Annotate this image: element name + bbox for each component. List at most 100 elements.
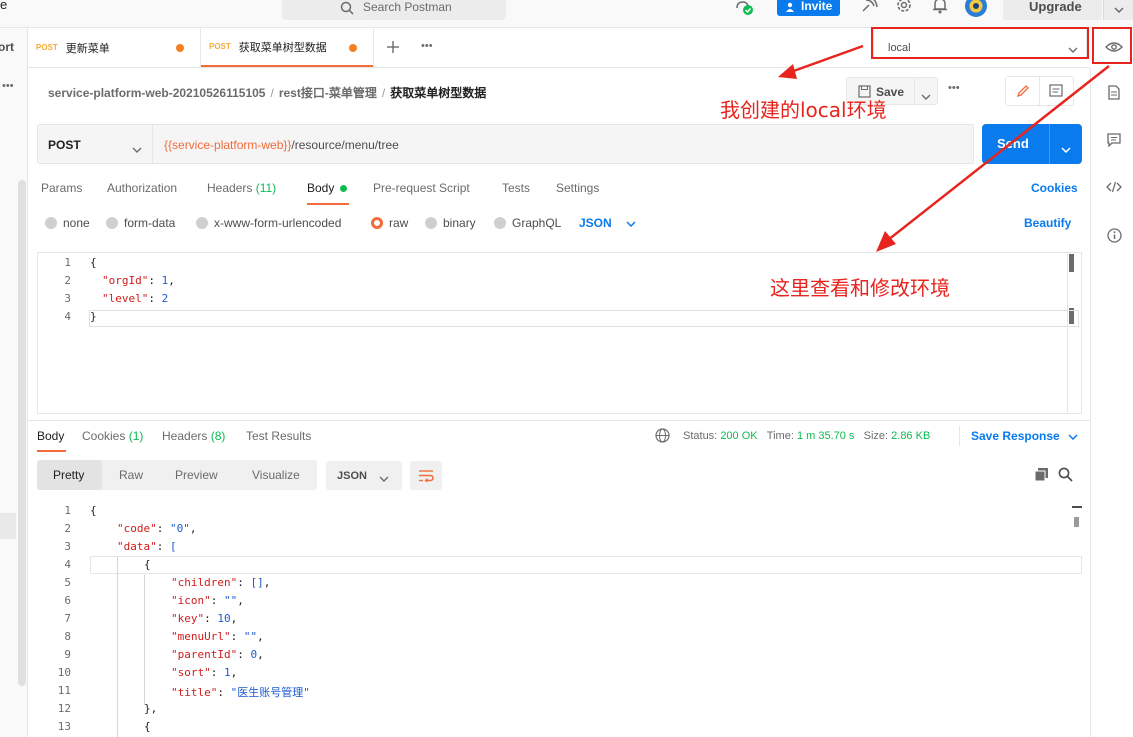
body-type-urlencoded[interactable]: x-www-form-urlencoded bbox=[196, 216, 341, 230]
body-type-none[interactable]: none bbox=[45, 216, 90, 230]
tab-params[interactable]: Params bbox=[41, 181, 82, 195]
size-value[interactable]: 2.86 KB bbox=[891, 430, 930, 442]
raw-format-select[interactable]: JSON bbox=[579, 216, 636, 230]
response-tab-label: Cookies bbox=[82, 429, 126, 443]
url-variable: {{service-platform-web}} bbox=[164, 138, 292, 152]
sidebar-import-fragment[interactable]: ort bbox=[0, 40, 14, 54]
view-tab-label: Pretty bbox=[53, 468, 85, 482]
code-line: "data": [ bbox=[117, 540, 177, 553]
notification-bell-icon[interactable] bbox=[931, 0, 949, 17]
new-tab-plus-icon[interactable] bbox=[386, 40, 400, 57]
chevron-down-icon bbox=[1068, 429, 1078, 443]
code-line: { bbox=[144, 558, 151, 571]
status-value[interactable]: 200 OK bbox=[720, 430, 757, 442]
satellite-icon[interactable] bbox=[860, 0, 878, 17]
json-value: [ bbox=[170, 540, 177, 553]
code-punctuation: { bbox=[90, 504, 97, 517]
search-icon[interactable] bbox=[1058, 467, 1073, 485]
active-tab-underline bbox=[307, 203, 349, 205]
breadcrumb-collection[interactable]: service-platform-web-20210526115105 bbox=[48, 86, 265, 100]
upgrade-button[interactable]: Upgrade bbox=[1003, 0, 1102, 20]
response-format-select[interactable]: JSON bbox=[326, 461, 402, 490]
tab-body[interactable]: Body bbox=[307, 181, 347, 195]
tab-headers[interactable]: Headers (11) bbox=[207, 181, 276, 195]
code-line: "level": 2 bbox=[102, 292, 168, 305]
copy-icon[interactable] bbox=[1034, 467, 1049, 485]
line-number: 13 bbox=[57, 720, 71, 733]
json-comma: , bbox=[257, 630, 264, 643]
annotation-environment-note: 我创建的local环境 bbox=[720, 98, 887, 122]
save-response-button[interactable]: Save Response bbox=[971, 429, 1078, 443]
wrap-lines-button[interactable] bbox=[410, 461, 442, 490]
body-type-binary[interactable]: binary bbox=[425, 216, 476, 230]
breadcrumb-request: 获取菜单树型数据 bbox=[390, 86, 487, 100]
code-punctuation: { bbox=[144, 720, 151, 733]
body-type-graphql[interactable]: GraphQL bbox=[494, 216, 561, 230]
sidebar-selected-item[interactable] bbox=[0, 513, 16, 539]
json-colon: : bbox=[210, 594, 224, 607]
body-type-form-data[interactable]: form-data bbox=[106, 216, 175, 230]
response-tab-cookies[interactable]: Cookies (1) bbox=[82, 429, 143, 443]
response-tab-body[interactable]: Body bbox=[37, 429, 64, 443]
search-input[interactable]: Search Postman bbox=[282, 0, 506, 20]
json-key: "orgId" bbox=[102, 274, 149, 287]
radio-icon bbox=[106, 217, 118, 229]
sidebar-more-icon[interactable]: ••• bbox=[2, 80, 14, 92]
view-tab-pretty[interactable]: Pretty bbox=[37, 460, 102, 490]
upgrade-label: Upgrade bbox=[1029, 0, 1082, 14]
code-punctuation: }, bbox=[144, 702, 158, 715]
pane-divider[interactable] bbox=[28, 420, 1090, 421]
request-url-input[interactable]: {{service-platform-web}}/resource/menu/t… bbox=[153, 124, 974, 164]
time-value[interactable]: 1 m 35.70 s bbox=[797, 430, 854, 442]
sync-status-icon[interactable] bbox=[733, 0, 755, 19]
view-tab-visualize[interactable]: Visualize bbox=[252, 468, 300, 482]
json-value: 2 bbox=[161, 292, 169, 305]
search-icon bbox=[340, 1, 354, 18]
response-tab-headers[interactable]: Headers (8) bbox=[162, 429, 225, 443]
view-tab-raw[interactable]: Raw bbox=[119, 468, 143, 482]
breadcrumb-folder[interactable]: rest接口-菜单管理 bbox=[279, 86, 377, 100]
response-meta: Status: 200 OK Time: 1 m 35.70 s Size: 2… bbox=[683, 430, 930, 442]
json-comma: , bbox=[230, 612, 238, 625]
invite-button[interactable]: Invite bbox=[777, 0, 840, 16]
settings-gear-icon[interactable] bbox=[895, 0, 913, 17]
user-avatar[interactable] bbox=[963, 0, 989, 21]
json-key: "code" bbox=[117, 522, 157, 535]
view-tab-preview[interactable]: Preview bbox=[175, 468, 218, 482]
response-scrollbar[interactable] bbox=[1068, 505, 1082, 737]
body-type-raw[interactable]: raw bbox=[371, 216, 408, 230]
annotation-box-eye bbox=[1092, 27, 1132, 64]
json-comma: , bbox=[189, 522, 197, 535]
line-number: 5 bbox=[64, 576, 71, 589]
radio-selected-icon bbox=[371, 217, 383, 229]
code-line: "code": "0", bbox=[117, 522, 197, 535]
tab-update-menu[interactable]: POST 更新菜单 bbox=[28, 28, 200, 67]
globe-icon[interactable] bbox=[655, 428, 670, 446]
tab-overflow-icon[interactable]: ••• bbox=[421, 40, 433, 52]
indent-guide bbox=[144, 575, 145, 705]
tab-authorization[interactable]: Authorization bbox=[107, 181, 177, 195]
tab-get-menu-tree[interactable]: POST 获取菜单树型数据 bbox=[201, 28, 373, 67]
tab-tests[interactable]: Tests bbox=[502, 181, 530, 195]
sidebar-scrollbar[interactable] bbox=[18, 180, 26, 686]
json-key: "icon" bbox=[171, 594, 211, 607]
save-response-label: Save Response bbox=[971, 429, 1060, 443]
json-colon: : bbox=[210, 666, 224, 679]
json-value: "0" bbox=[170, 522, 190, 535]
code-line: "title": "医生账号管理" bbox=[171, 684, 310, 700]
invite-label: Invite bbox=[801, 0, 833, 13]
chevron-down-icon bbox=[626, 216, 636, 230]
upgrade-menu-button[interactable] bbox=[1103, 0, 1133, 20]
response-tab-test-results[interactable]: Test Results bbox=[246, 429, 311, 443]
line-number: 1 bbox=[64, 504, 71, 517]
line-number: 4 bbox=[64, 310, 71, 323]
json-key: "sort" bbox=[171, 666, 211, 679]
json-key: "level" bbox=[102, 292, 149, 305]
time-label: Time: bbox=[766, 430, 794, 442]
tab-pre-request-script[interactable]: Pre-request Script bbox=[373, 181, 470, 195]
body-type-label: binary bbox=[443, 216, 476, 230]
code-line: "menuUrl": "", bbox=[171, 630, 264, 643]
tab-settings[interactable]: Settings bbox=[556, 181, 599, 195]
http-method-select[interactable]: POST bbox=[37, 124, 153, 164]
json-key: "children" bbox=[171, 576, 238, 589]
